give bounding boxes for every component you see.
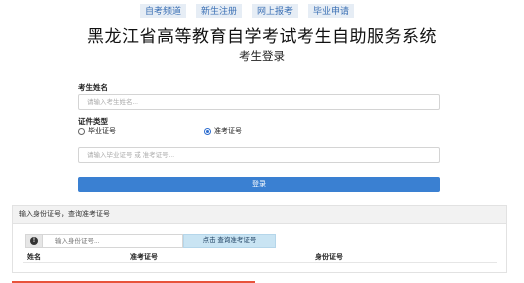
info-icon: !: [30, 237, 38, 245]
page-title: 考生登录: [239, 49, 285, 63]
login-button[interactable]: 登录: [78, 177, 440, 192]
name-label: 考生姓名: [78, 83, 108, 92]
query-panel: 输入身份证号，查询准考证号 ! 点击 查询准考证号 姓名 准考证号 身份证号: [12, 205, 507, 273]
query-panel-heading: 输入身份证号，查询准考证号: [13, 206, 506, 224]
radio-selected-icon: [204, 127, 211, 135]
name-input[interactable]: [78, 94, 440, 110]
cert-number-input[interactable]: [78, 147, 440, 163]
nav-link-exam-channel[interactable]: 自考频道: [140, 4, 187, 18]
nav-link-online-registration[interactable]: 网上报考: [252, 4, 299, 18]
radio-label: 准考证号: [214, 128, 242, 135]
id-number-input[interactable]: [43, 234, 183, 248]
column-header-id-number: 身份证号: [315, 254, 343, 261]
top-nav: 自考频道 新生注册 网上报考 毕业申请: [140, 4, 355, 18]
nav-link-graduation-application[interactable]: 毕业申请: [308, 4, 355, 18]
site-title: 黑龙江省高等教育自学考试考生自助服务系统: [87, 27, 437, 47]
column-header-name: 姓名: [27, 254, 41, 261]
radio-circle-icon: [78, 127, 85, 135]
radio-graduation-cert[interactable]: 毕业证号: [78, 126, 116, 136]
table-divider: [23, 262, 497, 263]
radio-label: 毕业证号: [88, 128, 116, 135]
info-icon-addon: !: [25, 234, 43, 248]
nav-link-new-student-registration[interactable]: 新生注册: [196, 4, 243, 18]
column-header-ticket-number: 准考证号: [130, 254, 158, 261]
radio-admission-ticket[interactable]: 准考证号: [204, 126, 242, 136]
query-admission-ticket-button[interactable]: 点击 查询准考证号: [183, 234, 276, 248]
